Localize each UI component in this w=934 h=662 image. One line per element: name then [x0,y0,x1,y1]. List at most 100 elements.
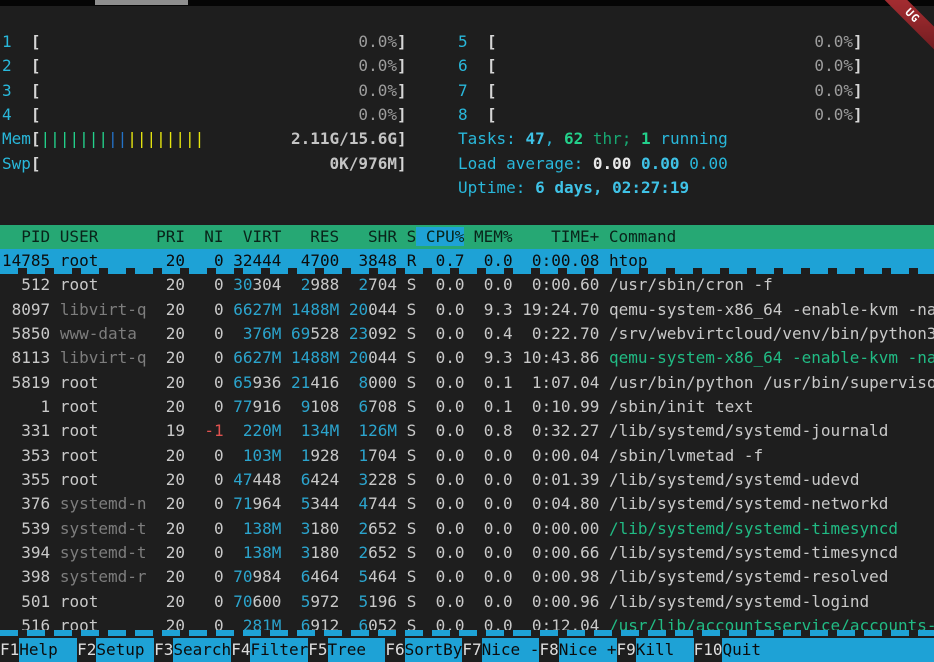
pid: 512 [2,275,50,294]
pad [349,397,359,416]
process-row-398[interactable]: 398 systemd-r 20 0 70984 6464 5464 S 0.0… [0,565,934,589]
process-row-539[interactable]: 539 systemd-t 20 0 138M 3180 2652 S 0.0 … [0,517,934,541]
fkey-f1[interactable]: F1Help [0,638,77,662]
user: systemd-n [60,494,147,513]
fkey-f4[interactable]: F4Filter [231,638,308,662]
cpu-mem-time: 0.0 0.0 0:04.80 [426,494,609,513]
sort-column-header[interactable]: CPU% [416,227,464,246]
state: S [397,275,426,294]
process-row-1[interactable]: 1 root 20 0 77916 9108 6708 S 0.0 0.1 0:… [0,395,934,419]
pad [233,421,243,440]
cpu-mem-time: 0.0 9.3 19:24.70 [426,300,609,319]
fkey-label: Tree [328,638,386,662]
meter-open-bracket: [ [31,56,41,75]
res-hi: 2 [301,275,311,294]
virt: 6627M [233,300,281,319]
header-right: MEM% TIME+ Command [464,227,676,246]
fkey-f8[interactable]: F8Nice + [539,638,616,662]
pad [349,373,359,392]
fkey-f7[interactable]: F7Nice - [462,638,539,662]
res-hi: 69 [291,324,310,343]
swp-meter-label: Swp [2,154,31,173]
cpu-mem-time: 0.0 0.0 0:00.98 [426,567,609,586]
process-row-5819[interactable]: 5819 root 20 0 65936 21416 8000 S 0.0 0.… [0,371,934,395]
res-hi: 5 [301,592,311,611]
meter-line-uptime: Uptime: 6 days, 02:27:19 [0,176,934,200]
state: S [397,421,426,440]
sep [339,470,349,489]
fkey-f5[interactable]: F5Tree [308,638,385,662]
function-key-bar: F1Help F2Setup F3SearchF4FilterF5Tree F6… [0,638,934,662]
shr-hi: 6 [359,397,369,416]
user: root [60,446,147,465]
sep [339,348,349,367]
res: 416 [310,373,339,392]
process-row-8113[interactable]: 8113 libvirt-q 20 0 6627M 1488M 20044 S … [0,346,934,370]
pid: 353 [2,446,50,465]
shr-hi: 20 [349,300,368,319]
tasks-label: Tasks: [458,129,525,148]
process-row-355[interactable]: 355 root 20 0 47448 6424 3228 S 0.0 0.0 … [0,468,934,492]
fkey-f10[interactable]: F10Quit [694,638,934,662]
state: S [397,592,426,611]
pid: 376 [2,494,50,513]
shr: 652 [368,543,397,562]
process-row-5850[interactable]: 5850 www-data 20 0 376M 69528 23092 S 0.… [0,322,934,346]
cpu-meter-value: 0.0% [41,56,397,75]
cpu-meter-value: 0.0% [497,81,853,100]
priority: 20 [147,397,195,416]
fkey-f2[interactable]: F2Setup [77,638,154,662]
pid: 5819 [2,373,50,392]
process-row-512[interactable]: 512 root 20 0 30304 2988 2704 S 0.0 0.0 … [0,273,934,297]
user: libvirt-q [60,300,147,319]
mem-meter: Mem[||||||||||||||||| 2.11G/15.6G] [2,127,407,151]
process-row-376[interactable]: 376 systemd-n 20 0 71964 5344 4744 S 0.0… [0,492,934,516]
fkey-label: SortBy [405,638,463,662]
threads-count: 62 [564,129,583,148]
cpu-meter-value: 0.0% [497,105,853,124]
header-left: PID USER PRI NI VIRT RES SHR S [2,227,416,246]
load-five: 0.00 [641,154,680,173]
meter-close-bracket: ] [397,105,407,124]
user: www-data [60,324,147,343]
process-row-501[interactable]: 501 root 20 0 70600 5972 5196 S 0.0 0.0 … [0,590,934,614]
fkey-number: F4 [231,638,250,662]
meter-close-bracket: ] [397,154,407,173]
process-row-331[interactable]: 331 root 19 -1 220M 134M 126M S 0.0 0.8 … [0,419,934,443]
sep [281,470,291,489]
process-row-353[interactable]: 353 root 20 0 103M 1928 1704 S 0.0 0.0 0… [0,444,934,468]
sep [281,446,291,465]
cpu-meter-label: 2 [2,56,31,75]
meter-open-bracket: [ [31,105,41,124]
process-row-8097[interactable]: 8097 libvirt-q 20 0 6627M 1488M 20044 S … [0,298,934,322]
fkey-bar-artifact [0,630,934,636]
process-row-394[interactable]: 394 systemd-t 20 0 138M 3180 2652 S 0.0 … [0,541,934,565]
state: S [397,470,426,489]
shr-hi: 8 [359,373,369,392]
meter-open-bracket: [ [31,154,41,173]
fkey-f9[interactable]: F9Kill [617,638,694,662]
sep [50,373,60,392]
meter-fill [41,154,330,173]
res-hi: 3 [301,543,311,562]
res-hi: 3 [301,519,311,538]
command: /lib/systemd/systemd-networkd [609,494,888,513]
sep [224,300,234,319]
fkey-f3[interactable]: F3Search [154,638,231,662]
sep [339,494,349,513]
priority: 20 [147,494,195,513]
shr: 044 [368,300,397,319]
meter-open-bracket: [ [31,81,41,100]
pad [233,446,243,465]
sep [50,592,60,611]
tab-handle [95,0,188,5]
command: qemu-system-x86_64 -enable-kvm -na [609,300,934,319]
cpu-mem-time: 0.0 0.0 0:00.00 [426,519,609,538]
sep [281,324,291,343]
load-one: 0.00 [593,154,632,173]
pad [291,519,301,538]
virt: 916 [253,397,282,416]
fkey-number: F8 [539,638,558,662]
process-table-header[interactable]: PID USER PRI NI VIRT RES SHR S CPU% MEM%… [0,225,934,249]
fkey-f6[interactable]: F6SortBy [385,638,462,662]
